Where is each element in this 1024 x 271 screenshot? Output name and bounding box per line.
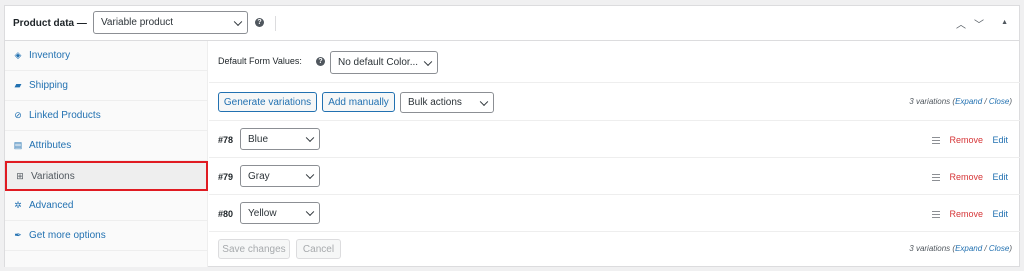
chevron-down-icon xyxy=(305,133,315,143)
add-manually-button[interactable]: Add manually xyxy=(322,92,395,112)
tab-label: Inventory xyxy=(29,50,71,61)
remove-variation-link[interactable]: Remove xyxy=(949,172,983,182)
count-text: 3 variations ( xyxy=(909,244,956,253)
grid-icon: ⊞ xyxy=(16,170,24,181)
link-icon: ⊘ xyxy=(14,110,22,120)
variations-footer: Save changes Cancel 3 variations (Expand… xyxy=(209,232,1020,267)
default-form-values-row: Default Form Values: ? No default Color.… xyxy=(209,41,1020,83)
truck-icon: ▰ xyxy=(14,80,22,90)
plugin-icon: ✒ xyxy=(14,230,22,240)
tab-get-more-options[interactable]: ✒ Get more options xyxy=(5,221,208,251)
separator: / xyxy=(982,244,989,253)
count-suffix: ) xyxy=(1009,244,1012,253)
product-data-header: Product data — Variable product ? ︿ ﹀ ▲ xyxy=(5,6,1019,41)
variation-color-select[interactable]: Yellow xyxy=(240,202,320,224)
tab-label: Attributes xyxy=(29,140,72,151)
edit-variation-link[interactable]: Edit xyxy=(992,172,1008,182)
variation-row[interactable]: #80 Yellow Remove Edit xyxy=(209,195,1020,232)
edit-variation-link[interactable]: Edit xyxy=(992,209,1008,219)
drag-handle-icon[interactable] xyxy=(932,137,940,144)
variation-row[interactable]: #78 Blue Remove Edit xyxy=(209,121,1020,158)
tab-label: Linked Products xyxy=(29,110,101,121)
count-suffix: ) xyxy=(1009,97,1012,106)
move-down-icon[interactable]: ﹀ xyxy=(974,16,984,31)
variation-color-select[interactable]: Gray xyxy=(240,165,320,187)
chevron-down-icon xyxy=(423,57,433,66)
gear-icon: ✲ xyxy=(14,200,22,210)
variations-panel: Default Form Values: ? No default Color.… xyxy=(209,41,1020,267)
bulk-actions-value: Bulk actions xyxy=(408,97,462,108)
product-data-tabs: ◈ Inventory ▰ Shipping ⊘ Linked Products… xyxy=(5,41,208,267)
variation-id: #78 xyxy=(218,135,234,145)
toggle-panel-icon[interactable]: ▲ xyxy=(1001,19,1008,26)
panel-title: Product data — xyxy=(13,18,87,29)
product-data-panel: Product data — Variable product ? ︿ ﹀ ▲ … xyxy=(4,5,1020,267)
variation-color-value: Gray xyxy=(248,170,270,182)
variation-id: #79 xyxy=(218,172,234,182)
tab-variations[interactable]: ⊞ Variations xyxy=(5,161,208,191)
tab-label: Shipping xyxy=(29,80,68,91)
product-type-select[interactable]: Variable product xyxy=(93,11,248,34)
edit-variation-link[interactable]: Edit xyxy=(992,135,1008,145)
tag-icon: ◈ xyxy=(14,50,22,60)
tab-label: Variations xyxy=(31,170,75,182)
variations-count: 3 variations (Expand / Close) xyxy=(909,97,1012,106)
drag-handle-icon[interactable] xyxy=(932,211,940,218)
drag-handle-icon[interactable] xyxy=(932,174,940,181)
help-icon[interactable]: ? xyxy=(255,18,264,27)
variation-id: #80 xyxy=(218,209,234,219)
close-all-link[interactable]: Close xyxy=(989,244,1009,253)
header-divider xyxy=(275,16,276,31)
variations-count: 3 variations (Expand / Close) xyxy=(909,244,1012,253)
variation-color-value: Blue xyxy=(248,133,269,145)
chevron-down-icon xyxy=(479,97,489,106)
default-color-value: No default Color... xyxy=(338,57,419,68)
tab-advanced[interactable]: ✲ Advanced xyxy=(5,191,208,221)
variation-color-value: Yellow xyxy=(248,207,277,219)
bulk-actions-select[interactable]: Bulk actions xyxy=(400,92,494,113)
tab-shipping[interactable]: ▰ Shipping xyxy=(5,71,208,101)
tab-label: Advanced xyxy=(29,200,74,211)
variation-row[interactable]: #79 Gray Remove Edit xyxy=(209,158,1020,195)
table-icon: ▤ xyxy=(13,140,23,150)
generate-variations-button[interactable]: Generate variations xyxy=(218,92,317,112)
default-color-select[interactable]: No default Color... xyxy=(330,51,438,74)
help-icon[interactable]: ? xyxy=(316,57,325,66)
chevron-down-icon xyxy=(305,170,315,180)
remove-variation-link[interactable]: Remove xyxy=(949,209,983,219)
move-up-icon[interactable]: ︿ xyxy=(956,16,966,31)
tab-linked-products[interactable]: ⊘ Linked Products xyxy=(5,101,208,131)
close-all-link[interactable]: Close xyxy=(989,97,1009,106)
variations-toolbar: Generate variations Add manually Bulk ac… xyxy=(209,83,1020,121)
default-form-values-label: Default Form Values: xyxy=(218,56,302,66)
separator: / xyxy=(982,97,989,106)
product-type-value: Variable product xyxy=(101,17,174,28)
chevron-down-icon xyxy=(305,207,315,217)
expand-all-link[interactable]: Expand xyxy=(955,97,982,106)
cancel-button[interactable]: Cancel xyxy=(296,239,341,259)
expand-all-link[interactable]: Expand xyxy=(955,244,982,253)
count-text: 3 variations ( xyxy=(909,97,956,106)
save-changes-button[interactable]: Save changes xyxy=(218,239,290,259)
tab-inventory[interactable]: ◈ Inventory xyxy=(5,41,208,71)
tab-label: Get more options xyxy=(29,230,106,241)
tab-attributes[interactable]: ▤ Attributes xyxy=(5,131,208,161)
chevron-down-icon xyxy=(233,17,243,26)
remove-variation-link[interactable]: Remove xyxy=(949,135,983,145)
variation-color-select[interactable]: Blue xyxy=(240,128,320,150)
